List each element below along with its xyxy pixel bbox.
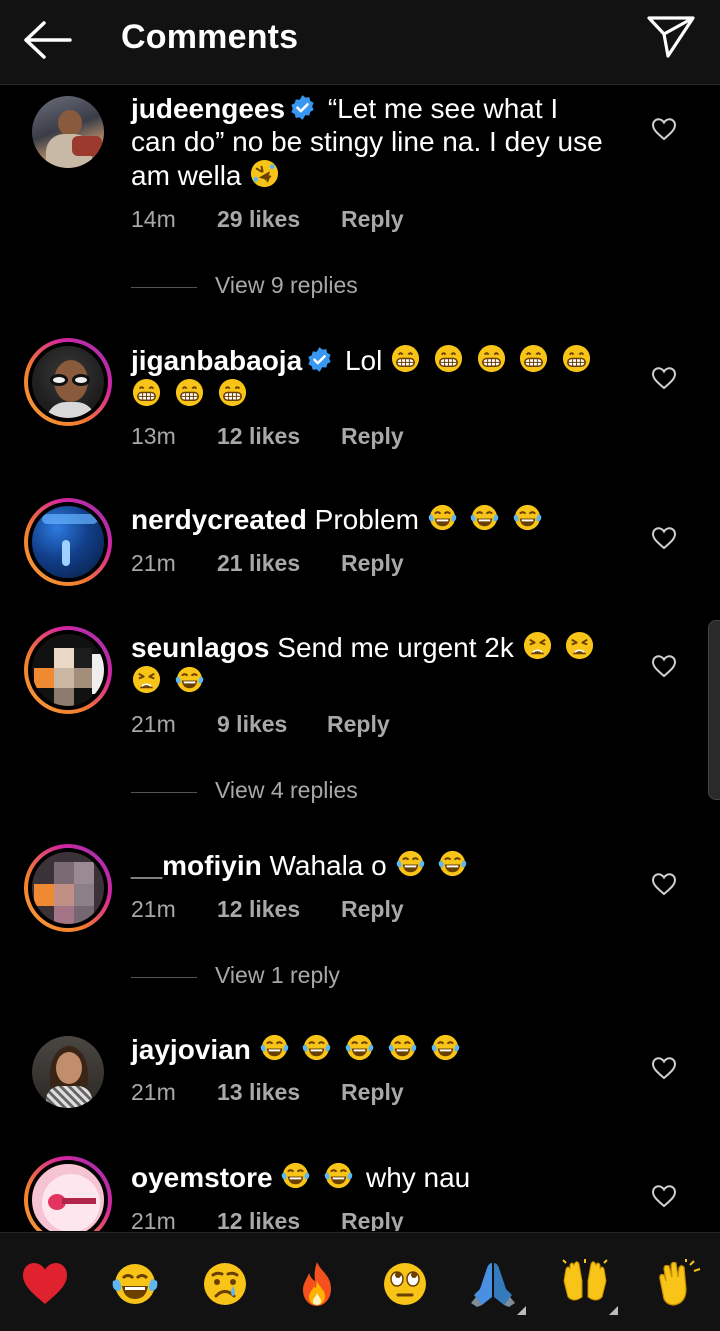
like-heart-icon[interactable] bbox=[651, 366, 677, 390]
tears-of-joy-emoji-icon bbox=[345, 1034, 374, 1061]
comment-time: 21m bbox=[131, 550, 176, 576]
likes-count[interactable]: 12 likes bbox=[217, 1208, 300, 1231]
red-heart-icon[interactable] bbox=[20, 1259, 70, 1309]
avatar[interactable] bbox=[24, 88, 112, 176]
comment-time: 13m bbox=[131, 423, 176, 449]
comment-username[interactable]: __mofiyin bbox=[131, 850, 262, 881]
tears-of-joy-emoji-icon bbox=[471, 504, 499, 531]
like-heart-icon[interactable] bbox=[651, 872, 677, 896]
tears-of-joy-emoji-icon bbox=[303, 1034, 331, 1061]
grin-emoji-icon bbox=[477, 344, 505, 373]
comment-username[interactable]: jiganbabaoja bbox=[131, 345, 302, 376]
reply-button[interactable]: Reply bbox=[341, 550, 404, 577]
reply-button[interactable]: Reply bbox=[327, 711, 390, 738]
tears-of-joy-emoji-icon bbox=[428, 504, 456, 531]
emoji-group bbox=[419, 504, 547, 535]
grin-emoji-icon bbox=[520, 344, 548, 373]
tears-of-joy-emoji-icon bbox=[514, 504, 542, 531]
reply-divider bbox=[131, 977, 197, 978]
emoji-group bbox=[280, 1162, 366, 1193]
rolling-eyes-icon[interactable] bbox=[380, 1259, 430, 1309]
grin-emoji-icon bbox=[392, 344, 420, 373]
avatar[interactable] bbox=[24, 1156, 112, 1231]
comment-time: 21m bbox=[131, 896, 176, 922]
top-bar: Comments bbox=[0, 0, 720, 85]
tears-of-joy-emoji-icon bbox=[282, 1162, 310, 1189]
clapping-hands-icon[interactable] bbox=[652, 1259, 702, 1309]
likes-count[interactable]: 21 likes bbox=[217, 550, 300, 577]
comment-text: why nau bbox=[365, 1162, 471, 1193]
reply-button[interactable]: Reply bbox=[341, 1079, 404, 1106]
likes-count[interactable]: 9 likes bbox=[217, 711, 287, 738]
comment-time: 14m bbox=[131, 206, 176, 232]
emoji-group bbox=[387, 850, 473, 881]
reply-button[interactable]: Reply bbox=[341, 1208, 404, 1231]
like-heart-icon[interactable] bbox=[651, 1184, 677, 1208]
tears-of-joy-icon[interactable] bbox=[110, 1259, 160, 1309]
like-heart-icon[interactable] bbox=[651, 117, 677, 141]
comment-username[interactable]: seunlagos bbox=[131, 632, 269, 663]
comments-list[interactable]: judeengees “Let me see what I can do” no… bbox=[0, 86, 720, 1231]
comment-time: 21m bbox=[131, 1208, 176, 1231]
back-arrow-icon[interactable] bbox=[22, 20, 74, 60]
tears-of-joy-emoji-icon bbox=[439, 850, 467, 877]
tears-of-joy-emoji-icon bbox=[388, 1034, 417, 1061]
emoji-reaction-bar bbox=[0, 1232, 720, 1331]
reply-divider bbox=[131, 287, 197, 288]
view-replies-link[interactable]: View 4 replies bbox=[131, 777, 531, 807]
fire-icon[interactable] bbox=[292, 1259, 342, 1309]
view-replies-link[interactable]: View 1 reply bbox=[131, 962, 531, 992]
avatar[interactable] bbox=[24, 626, 112, 714]
weary-emoji-icon bbox=[132, 665, 161, 694]
comment-username[interactable]: nerdycreated bbox=[131, 504, 307, 535]
avatar[interactable] bbox=[24, 844, 112, 932]
emoji-group bbox=[259, 1034, 465, 1065]
verified-badge-icon bbox=[291, 95, 314, 120]
folded-hands-icon[interactable] bbox=[468, 1259, 518, 1309]
share-send-icon[interactable] bbox=[646, 14, 696, 60]
likes-count[interactable]: 13 likes bbox=[217, 1079, 300, 1106]
comment-username[interactable]: oyemstore bbox=[131, 1162, 273, 1193]
page-title: Comments bbox=[121, 18, 299, 56]
grin-emoji-icon bbox=[218, 378, 246, 407]
tears-of-joy-emoji-icon bbox=[396, 850, 424, 877]
grin-emoji-icon bbox=[132, 378, 161, 407]
grin-emoji-icon bbox=[434, 344, 462, 373]
weary-emoji-icon bbox=[523, 631, 551, 660]
raising-hands-icon[interactable] bbox=[560, 1259, 610, 1309]
likes-count[interactable]: 12 likes bbox=[217, 896, 300, 923]
reply-button[interactable]: Reply bbox=[341, 896, 404, 923]
rofl-emoji-icon bbox=[251, 159, 279, 188]
verified-badge-icon bbox=[308, 347, 331, 372]
scrollbar[interactable] bbox=[708, 620, 720, 800]
like-heart-icon[interactable] bbox=[651, 1056, 677, 1080]
grin-emoji-icon bbox=[175, 378, 203, 407]
comment-text: Lol bbox=[344, 345, 383, 376]
likes-count[interactable]: 29 likes bbox=[217, 206, 300, 233]
weary-emoji-icon bbox=[566, 631, 594, 660]
reply-button[interactable]: Reply bbox=[341, 423, 404, 450]
like-heart-icon[interactable] bbox=[651, 526, 677, 550]
tears-of-joy-emoji-icon bbox=[324, 1162, 353, 1189]
like-heart-icon[interactable] bbox=[651, 654, 677, 678]
comment-username[interactable]: jayjovian bbox=[131, 1034, 251, 1065]
avatar[interactable] bbox=[24, 338, 112, 426]
comment-username[interactable]: judeengees bbox=[131, 93, 285, 124]
comment-time: 21m bbox=[131, 1079, 176, 1105]
reply-button[interactable]: Reply bbox=[341, 206, 404, 233]
avatar[interactable] bbox=[24, 1028, 112, 1116]
comment-text: Send me urgent 2k bbox=[277, 632, 514, 663]
tears-of-joy-emoji-icon bbox=[431, 1034, 459, 1061]
comment-time: 21m bbox=[131, 711, 176, 737]
likes-count[interactable]: 12 likes bbox=[217, 423, 300, 450]
comment-text: Wahala o bbox=[269, 850, 387, 881]
tears-of-joy-emoji-icon bbox=[260, 1034, 288, 1061]
tears-of-joy-emoji-icon bbox=[175, 666, 204, 693]
grin-emoji-icon bbox=[563, 344, 591, 373]
crying-face-icon[interactable] bbox=[200, 1259, 250, 1309]
comment-text: Problem bbox=[314, 504, 419, 535]
view-replies-link[interactable]: View 9 replies bbox=[131, 272, 531, 302]
avatar[interactable] bbox=[24, 498, 112, 586]
reply-divider bbox=[131, 792, 197, 793]
